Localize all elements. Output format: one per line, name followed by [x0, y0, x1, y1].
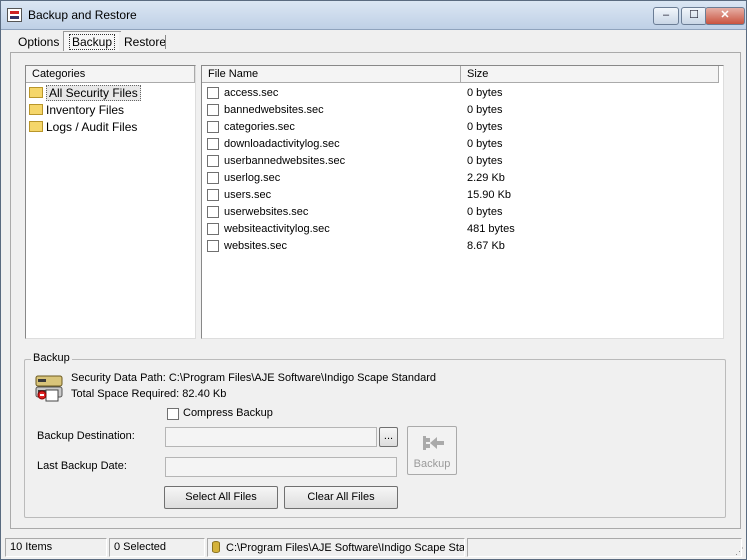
backup-arrow-icon [423, 436, 444, 450]
category-all-security-files[interactable]: All Security Files [29, 85, 141, 102]
clear-all-files-button[interactable]: Clear All Files [284, 486, 398, 509]
folder-icon [29, 121, 43, 132]
tab-options[interactable]: Options [13, 32, 65, 51]
file-name: access.sec [224, 87, 279, 99]
file-size: 0 bytes [467, 206, 503, 218]
folder-icon [29, 87, 43, 98]
file-name: userbannedwebsites.sec [224, 155, 346, 167]
minimize-button[interactable]: ‒ [653, 7, 679, 25]
status-item-count: 10 Items [5, 538, 107, 557]
maximize-button[interactable]: ☐ [681, 7, 707, 25]
backup-tab-panel: Categories All Security Files Inventory … [10, 52, 741, 529]
select-all-files-button[interactable]: Select All Files [164, 486, 278, 509]
file-row[interactable]: access.sec 0 bytes [207, 85, 717, 102]
file-row[interactable]: categories.sec 0 bytes [207, 119, 717, 136]
column-header-file-name[interactable]: File Name [202, 66, 461, 83]
categories-tree[interactable]: Categories All Security Files Inventory … [25, 65, 196, 339]
file-name: downloadactivitylog.sec [224, 138, 340, 150]
app-icon [7, 8, 22, 22]
file-size: 0 bytes [467, 104, 503, 116]
tab-backup-label: Backup [69, 34, 116, 50]
backup-groupbox: Backup Security Data Path: C:\Program Fi… [24, 352, 726, 518]
category-inventory-files[interactable]: Inventory Files [29, 103, 124, 119]
file-name: userwebsites.sec [224, 206, 309, 218]
file-checkbox[interactable] [207, 172, 219, 184]
file-checkbox[interactable] [207, 104, 219, 116]
file-name: users.sec [224, 189, 272, 201]
file-row[interactable]: websiteactivitylog.sec 481 bytes [207, 221, 717, 238]
tab-separator [165, 35, 166, 49]
file-row[interactable]: websites.sec 8.67 Kb [207, 238, 717, 255]
category-label: Inventory Files [46, 103, 125, 117]
status-path: C:\Program Files\AJE Software\Indigo Sca… [207, 538, 465, 557]
compress-backup-label: Compress Backup [183, 407, 273, 419]
backup-destination-label: Backup Destination: [37, 430, 135, 442]
file-checkbox[interactable] [207, 189, 219, 201]
total-space-required: Total Space Required: 82.40 Kb [71, 388, 227, 400]
folder-icon [29, 104, 43, 115]
category-logs-audit-files[interactable]: Logs / Audit Files [29, 120, 137, 136]
tab-restore-label: Restore [124, 35, 167, 49]
file-name: userlog.sec [224, 172, 281, 184]
backup-group-label: Backup [31, 352, 72, 364]
file-size: 8.67 Kb [467, 240, 505, 252]
backup-button-label: Backup [413, 458, 451, 470]
file-checkbox[interactable] [207, 223, 219, 235]
file-row[interactable]: userbannedwebsites.sec 0 bytes [207, 153, 717, 170]
file-name: websites.sec [224, 240, 287, 252]
file-size: 481 bytes [467, 223, 515, 235]
file-size: 2.29 Kb [467, 172, 505, 184]
category-label: All Security Files [46, 85, 141, 101]
file-checkbox[interactable] [207, 87, 219, 99]
last-backup-date-label: Last Backup Date: [37, 460, 127, 472]
status-bar: 10 Items 0 Selected C:\Program Files\AJE… [1, 537, 746, 559]
categories-header[interactable]: Categories [26, 66, 195, 83]
file-row[interactable]: users.sec 15.90 Kb [207, 187, 717, 204]
file-row[interactable]: userwebsites.sec 0 bytes [207, 204, 717, 221]
status-path-text: C:\Program Files\AJE Software\Indigo Sca… [226, 542, 465, 554]
last-backup-date-field [165, 457, 397, 477]
database-icon [212, 541, 220, 553]
category-label: Logs / Audit Files [46, 120, 138, 134]
file-checkbox[interactable] [207, 206, 219, 218]
compress-backup-checkbox[interactable] [167, 408, 179, 420]
file-name: categories.sec [224, 121, 295, 133]
file-name: websiteactivitylog.sec [224, 223, 330, 235]
file-size: 15.90 Kb [467, 189, 512, 201]
file-size: 0 bytes [467, 121, 503, 133]
file-checkbox[interactable] [207, 240, 219, 252]
file-row[interactable]: bannedwebsites.sec 0 bytes [207, 102, 717, 119]
backup-drive-icon [35, 375, 63, 402]
tab-restore[interactable]: Restore [119, 32, 172, 51]
file-checkbox[interactable] [207, 121, 219, 133]
status-empty-panel [467, 538, 742, 557]
browse-button[interactable]: ... [379, 427, 398, 447]
backup-restore-window: Backup and Restore ‒ ☐ ✕ Options Backup … [0, 0, 747, 560]
file-row[interactable]: downloadactivitylog.sec 0 bytes [207, 136, 717, 153]
tab-backup[interactable]: Backup [63, 31, 122, 51]
files-list[interactable]: File Name Size access.sec 0 bytes banned… [201, 65, 724, 339]
backup-destination-field[interactable] [165, 427, 377, 447]
backup-button[interactable]: Backup [407, 426, 457, 475]
file-size: 0 bytes [467, 155, 503, 167]
column-header-size[interactable]: Size [461, 66, 719, 83]
title-bar: Backup and Restore ‒ ☐ ✕ [1, 1, 746, 30]
file-checkbox[interactable] [207, 155, 219, 167]
file-name: bannedwebsites.sec [224, 104, 324, 116]
file-size: 0 bytes [467, 138, 503, 150]
tab-options-label: Options [18, 35, 60, 49]
file-row[interactable]: userlog.sec 2.29 Kb [207, 170, 717, 187]
security-data-path: Security Data Path: C:\Program Files\AJE… [71, 372, 437, 384]
file-checkbox[interactable] [207, 138, 219, 150]
close-button[interactable]: ✕ [705, 7, 745, 25]
window-title: Backup and Restore [28, 8, 137, 22]
status-selected-count: 0 Selected [109, 538, 205, 557]
file-size: 0 bytes [467, 87, 503, 99]
resize-grip-icon[interactable]: ⋰ [735, 546, 744, 557]
